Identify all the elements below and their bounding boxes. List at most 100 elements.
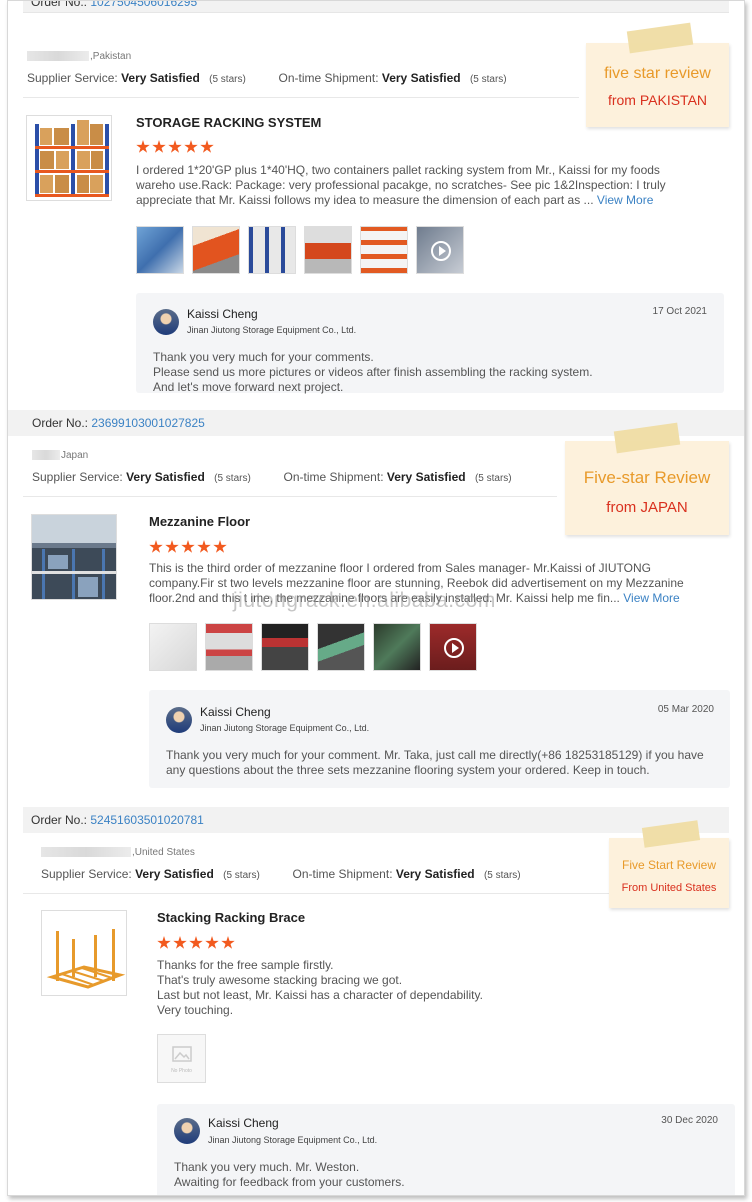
review-photo[interactable]	[248, 226, 296, 274]
star-icon	[197, 540, 211, 553]
supplier-service-value: Very Satisfied	[135, 867, 214, 881]
shipment-label: On-time Shipment:	[278, 71, 379, 85]
rating-stars	[157, 936, 235, 950]
shipment-value: Very Satisfied	[395, 867, 475, 881]
review-text: I ordered 1*20'GP plus 1*40'HQ, two cont…	[136, 163, 666, 207]
supplier-reply: Kaissi Cheng Jinan Jiutong Storage Equip…	[136, 293, 724, 394]
note-subtitle: from PAKISTAN	[607, 92, 708, 108]
service-ratings: Supplier Service: Very Satisfied (5 star…	[27, 71, 507, 85]
review-photo[interactable]	[149, 623, 197, 671]
view-more-link[interactable]: View More	[623, 591, 679, 605]
star-icon	[189, 936, 203, 949]
product-title[interactable]: STORAGE RACKING SYSTEM	[136, 115, 321, 130]
no-photo-label: No Photo	[171, 1068, 192, 1074]
review-photo[interactable]	[261, 623, 309, 671]
watermark: jiutongrack.en.alibaba.com	[233, 589, 496, 612]
reply-author-name: Kaissi Cheng	[187, 307, 258, 321]
view-more-link[interactable]: View More	[597, 193, 653, 207]
buyer-country: ,Pakistan	[27, 51, 131, 62]
supplier-service-stars: (5 stars)	[209, 74, 246, 85]
star-icon	[136, 140, 150, 153]
supplier-service-stars: (5 stars)	[223, 870, 260, 881]
supplier-service-label: Supplier Service:	[32, 470, 123, 484]
reply-company: Jinan Jiutong Storage Equipment Co., Ltd…	[187, 325, 357, 335]
supplier-service-stars: (5 stars)	[214, 473, 251, 484]
shipment-label: On-time Shipment:	[283, 470, 384, 484]
divider	[23, 496, 557, 497]
order-number-link[interactable]: 23699103001027825	[91, 416, 204, 430]
no-photo-placeholder: No Photo	[157, 1034, 206, 1083]
supplier-service-label: Supplier Service:	[41, 867, 132, 881]
star-icon	[200, 140, 214, 153]
product-title[interactable]: Stacking Racking Brace	[157, 910, 305, 925]
star-icon	[152, 140, 166, 153]
rating-stars	[136, 140, 214, 154]
review-photo[interactable]	[136, 226, 184, 274]
review-photos	[136, 226, 464, 274]
shipment-stars: (5 stars)	[469, 74, 507, 85]
shipment-stars: (5 stars)	[483, 870, 521, 881]
star-icon	[157, 936, 171, 949]
shipment-stars: (5 stars)	[474, 473, 512, 484]
reply-date: 05 Mar 2020	[657, 704, 714, 715]
order-label: Order No.:	[32, 416, 89, 430]
buyer-name-blurred	[32, 450, 60, 461]
star-icon	[165, 540, 179, 553]
product-thumbnail[interactable]	[41, 910, 127, 996]
star-icon	[213, 540, 227, 553]
sticky-note-japan: Five-star Review from JAPAN	[565, 422, 729, 535]
avatar	[153, 309, 179, 335]
order-bar: Order No.: 52451603501020781	[23, 807, 729, 833]
review-text: Thanks for the free sample firstly. That…	[157, 958, 483, 1017]
note-subtitle: From United States	[621, 882, 717, 894]
reply-author-name: Kaissi Cheng	[208, 1116, 279, 1130]
order-number-link[interactable]: 52451603501020781	[90, 813, 203, 827]
order-number-link[interactable]: 1027504506016295	[90, 1, 197, 9]
supplier-service-label: Supplier Service:	[27, 71, 118, 85]
review-photo[interactable]	[304, 226, 352, 274]
product-title[interactable]: Mezzanine Floor	[149, 514, 250, 529]
shipment-value: Very Satisfied	[386, 470, 466, 484]
review-photo[interactable]	[192, 226, 240, 274]
review-photo[interactable]	[373, 623, 421, 671]
order-label: Order No.:	[31, 813, 88, 827]
review-photo[interactable]	[205, 623, 253, 671]
star-icon	[184, 140, 198, 153]
review-photo[interactable]	[317, 623, 365, 671]
note-title: five star review	[604, 65, 711, 82]
buyer-country: ,United States	[41, 847, 195, 858]
divider	[23, 893, 621, 894]
review-video-thumbnail[interactable]	[429, 623, 477, 671]
reply-date: 30 Dec 2020	[661, 1115, 718, 1126]
service-ratings: Supplier Service: Very Satisfied (5 star…	[32, 470, 512, 484]
reply-text: Thank you very much for your comments. P…	[153, 350, 593, 394]
star-icon	[149, 540, 163, 553]
sticky-note-united-states: Five Start Review From United States	[609, 820, 729, 908]
reply-company: Jinan Jiutong Storage Equipment Co., Ltd…	[200, 723, 370, 733]
review-photo[interactable]	[360, 226, 408, 274]
reply-text: Thank you very much for your comment. Mr…	[166, 748, 704, 777]
buyer-name-blurred	[41, 847, 131, 858]
product-thumbnail[interactable]	[26, 115, 112, 201]
shipment-label: On-time Shipment:	[292, 867, 393, 881]
reply-author-name: Kaissi Cheng	[200, 705, 271, 719]
review-video-thumbnail[interactable]	[416, 226, 464, 274]
order-label: Order No.:	[31, 0, 88, 9]
product-thumbnail[interactable]	[31, 514, 117, 600]
star-icon	[205, 936, 219, 949]
reply-company: Jinan Jiutong Storage Equipment Co., Ltd…	[208, 1135, 378, 1145]
divider	[23, 97, 579, 98]
star-icon	[168, 140, 182, 153]
note-subtitle: from JAPAN	[606, 499, 688, 516]
avatar	[166, 707, 192, 733]
sticky-note-pakistan: five star review from PAKISTAN	[586, 22, 729, 127]
note-title: Five-star Review	[583, 468, 711, 487]
supplier-reply: Kaissi Cheng Jinan Jiutong Storage Equip…	[149, 690, 730, 788]
star-icon	[181, 540, 195, 553]
order-bar: Order No.: 1027504506016295	[23, 0, 729, 13]
rating-stars	[149, 540, 227, 554]
shipment-value: Very Satisfied	[381, 71, 461, 85]
star-icon	[221, 936, 235, 949]
supplier-service-value: Very Satisfied	[121, 71, 200, 85]
supplier-reply: Kaissi Cheng Jinan Jiutong Storage Equip…	[157, 1104, 735, 1195]
